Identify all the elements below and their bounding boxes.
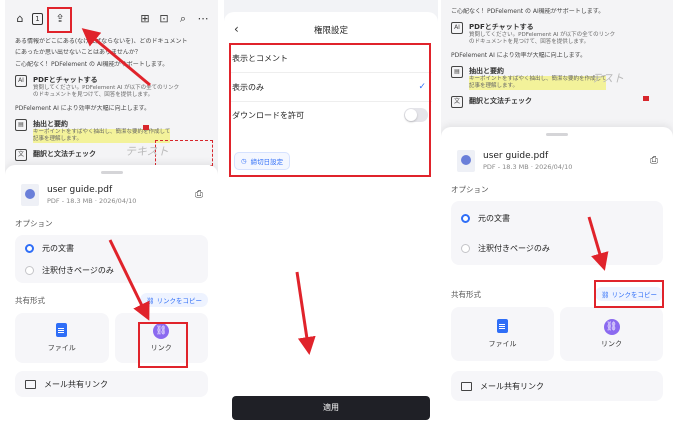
copy-link-label: リンクをコピー — [156, 297, 203, 305]
highlight-box-copy-link — [594, 280, 664, 308]
option-annotated[interactable]: 注釈付きページのみ — [451, 233, 663, 263]
options-card: 元の文書 注釈付きページのみ — [15, 235, 208, 283]
doc-feature-sub-highlighted: 記事を理解します。 — [33, 136, 171, 143]
mail-icon — [461, 381, 472, 391]
file-name: user guide.pdf — [483, 151, 549, 161]
radio-selected-icon[interactable] — [25, 243, 34, 253]
bookmark-icon[interactable]: ⊡ — [157, 12, 171, 26]
printer-icon[interactable]: ⎙ — [192, 189, 206, 201]
share-format-label: 共有形式 — [15, 295, 45, 305]
copy-link-button[interactable]: ⛓ リンクをコピー — [140, 293, 208, 307]
ai-chat-icon: AI — [15, 75, 27, 87]
share-sheet: user guide.pdf PDF - 18.3 MB · 2026/04/1… — [5, 165, 218, 437]
share-panel-step1: ある情報がどこにある(なければならないを)、どのドキュメント にあったか思い出せ… — [5, 0, 218, 437]
doc-feature-item: AI PDFとチャットする 質問してください。PDFelement AI が以下… — [451, 22, 663, 46]
option-label: 注釈付きページのみ — [42, 265, 114, 275]
file-meta: PDF - 18.3 MB · 2026/04/10 — [47, 197, 137, 205]
mail-share-link-row[interactable]: メール共有リンク — [451, 371, 663, 401]
highlight-box-share — [47, 7, 72, 33]
file-card-label: ファイル — [47, 344, 76, 352]
doc-feature-item: 文 翻訳と文法チェック — [451, 96, 663, 108]
doc-feature-title: 翻訳と文法チェック — [33, 150, 96, 158]
doc-feature-title: 翻訳と文法チェック — [469, 97, 532, 105]
option-label: 注釈付きページのみ — [478, 243, 550, 253]
doc-feature-sub: のドキュメントを見つけて、回答を提供します。 — [33, 92, 154, 98]
document-icon — [497, 319, 508, 333]
ai-chat-icon: AI — [451, 22, 463, 34]
options-card: 元の文書 注釈付きページのみ — [451, 201, 663, 265]
pdf-file-icon — [21, 184, 39, 206]
file-card-label: ファイル — [488, 340, 517, 348]
home-icon[interactable]: ⌂ — [13, 12, 27, 26]
radio-icon[interactable] — [461, 243, 470, 253]
mail-share-link-row[interactable]: メール共有リンク — [15, 371, 208, 397]
file-meta: PDF - 18.3 MB · 2026/04/10 — [483, 163, 573, 171]
top-toolbar: ⌂ 1 ⇪ ⊞ ⊡ ⌕ ⋯ — [5, 8, 218, 32]
translate-feature-icon: 文 — [15, 149, 27, 161]
doc-feature-sub: 質問してください。PDFelement AI が以下の全てのリンク — [33, 85, 180, 91]
link-card-label: リンク — [601, 340, 622, 348]
doc-feature-sub: 質問してください。PDFelement AI が以下の全てのリンク — [469, 32, 616, 38]
doc-feature-sub-highlighted: キーポイントをすばやく抽出し、簡潔な要約を作成して — [33, 129, 171, 136]
option-label: 元の文書 — [42, 243, 74, 253]
doc-text-line: ある情報がどこにある(なければならないを)、どのドキュメント — [15, 38, 188, 45]
highlight-box-link — [138, 322, 188, 368]
doc-feature-sub-highlighted: キーポイントをすばやく抽出し、簡潔な要約を作成して — [469, 76, 607, 83]
option-original[interactable]: 元の文書 — [451, 203, 663, 233]
pdf-file-icon — [457, 150, 475, 172]
more-icon[interactable]: ⋯ — [196, 12, 210, 26]
highlight-box-permissions — [229, 43, 431, 177]
doc-text-line: ご心配なく！PDFelement の AI機能がサポートします。 — [451, 8, 605, 15]
handwriting-annotation: テスト — [591, 72, 624, 85]
mail-icon — [25, 379, 36, 389]
extract-feature-icon: ▤ — [451, 66, 463, 78]
link-icon: ⛓ — [603, 319, 620, 335]
permission-settings-panel: ‹ 権限設定 表示とコメント 表示のみ ✓ ダウンロードを許可 ◷ 締切日設定 適用 — [224, 0, 438, 437]
doc-feature-title: PDFとチャットする — [469, 23, 534, 31]
page-number-icon[interactable]: 1 — [32, 13, 43, 25]
doc-text-line: にあったか思い出せないことはありませんか？ — [15, 49, 141, 56]
printer-icon[interactable]: ⎙ — [647, 155, 661, 167]
document-icon — [56, 323, 68, 337]
file-share-card[interactable]: ファイル — [15, 313, 109, 363]
share-panel-step3: ご心配なく！PDFelement の AI機能がサポートします。 AI PDFと… — [441, 0, 673, 437]
options-label: オプション — [15, 219, 53, 228]
extract-feature-icon: ▤ — [15, 119, 27, 131]
share-format-header: 共有形式 ⛓ リンクをコピー — [5, 285, 218, 311]
extract-icon[interactable]: ⊞ — [138, 12, 152, 26]
translate-feature-icon: 文 — [451, 96, 463, 108]
doc-text-line: PDFelement AI により効率が大幅に向上します。 — [451, 52, 587, 59]
mail-share-link-label: メール共有リンク — [480, 381, 544, 391]
search-icon[interactable]: ⌕ — [176, 12, 190, 26]
permission-title: 権限設定 — [313, 26, 348, 36]
doc-feature-title: PDFとチャットする — [33, 76, 98, 84]
option-annotated[interactable]: 注釈付きページのみ — [15, 259, 208, 281]
comment-marker — [643, 96, 649, 101]
share-format-cards: ファイル ⛓ リンク — [441, 305, 673, 363]
doc-feature-sub: のドキュメントを見つけて、回答を提供します。 — [469, 39, 590, 45]
doc-feature-item: ▤ 抽出と要約 キーポイントをすばやく抽出し、簡潔な要約を作成して 記事を理解し… — [451, 66, 663, 90]
doc-text-line: ご心配なく！PDFelement の AI機能がサポートします。 — [15, 61, 169, 68]
handwriting-annotation: テキスト — [125, 145, 169, 158]
doc-feature-sub-highlighted: 記事を理解します。 — [469, 83, 607, 90]
link-share-card[interactable]: ⛓ リンク — [560, 307, 663, 361]
file-share-card[interactable]: ファイル — [451, 307, 554, 361]
apply-button[interactable]: 適用 — [232, 396, 430, 420]
doc-text-line: PDFelement AI により効率が大幅に向上します。 — [15, 105, 151, 112]
options-label: オプション — [451, 185, 489, 194]
share-format-label: 共有形式 — [451, 289, 481, 299]
option-original[interactable]: 元の文書 — [15, 237, 208, 259]
radio-selected-icon[interactable] — [461, 213, 470, 223]
file-info-row: user guide.pdf PDF - 18.3 MB · 2026/04/1… — [5, 174, 218, 212]
option-label: 元の文書 — [478, 213, 510, 223]
radio-icon[interactable] — [25, 265, 34, 275]
comment-marker — [143, 125, 149, 130]
file-info-row: user guide.pdf PDF - 18.3 MB · 2026/04/1… — [441, 136, 673, 178]
doc-feature-title: 抽出と要約 — [33, 120, 68, 128]
doc-feature-title: 抽出と要約 — [469, 67, 504, 75]
doc-feature-item: AI PDFとチャットする 質問してください。PDFelement AI が以下… — [15, 75, 208, 99]
file-name: user guide.pdf — [47, 185, 113, 195]
mail-share-link-label: メール共有リンク — [44, 379, 108, 389]
